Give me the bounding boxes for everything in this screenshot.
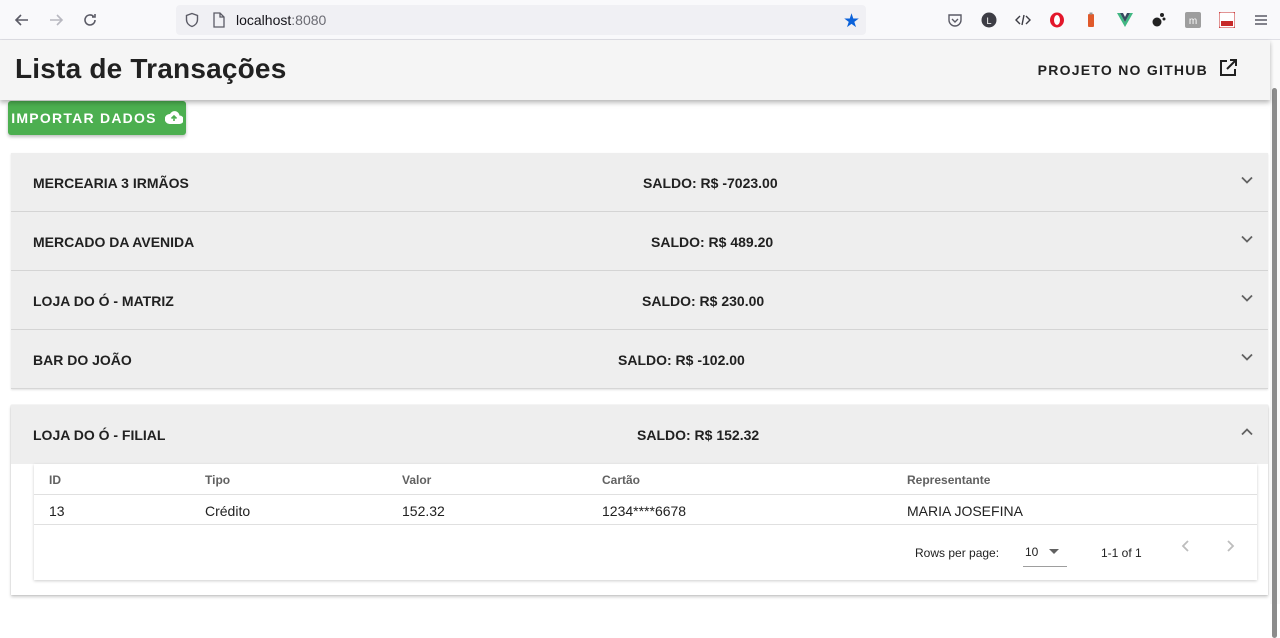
open-in-new-icon: [1218, 58, 1238, 81]
code-icon[interactable]: [1012, 9, 1034, 31]
column-header-representante[interactable]: Representante: [907, 473, 990, 487]
store-name: MERCADO DA AVENIDA: [33, 234, 195, 250]
scrollbar-thumb[interactable]: [1272, 88, 1277, 638]
url-host: localhost: [236, 12, 292, 28]
column-header-id[interactable]: ID: [49, 473, 61, 487]
store-name: LOJA DO Ó - FILIAL: [33, 427, 166, 443]
app-header: Lista de Transações PROJETO NO GITHUB: [0, 40, 1270, 100]
table-footer: Rows per page: 10 1-1 of 1: [34, 525, 1257, 580]
table-header-row: ID Tipo Valor Cartão Representante: [34, 464, 1257, 495]
cloud-upload-icon: [164, 110, 184, 127]
vue-icon[interactable]: [1114, 9, 1136, 31]
url-bar[interactable]: localhost:8080 ★: [176, 5, 866, 35]
store-name: LOJA DO Ó - MATRIZ: [33, 293, 174, 309]
url-port: :8080: [291, 12, 327, 28]
cors-icon[interactable]: [1216, 9, 1238, 31]
l-extension-icon[interactable]: L: [978, 9, 1000, 31]
chevron-left-icon[interactable]: [1179, 539, 1193, 558]
github-link[interactable]: PROJETO NO GITHUB: [1038, 58, 1238, 81]
store-saldo: SALDO: R$ -7023.00: [643, 175, 778, 191]
store-panel[interactable]: BAR DO JOÃO SALDO: R$ -102.00: [11, 330, 1268, 389]
store-panel[interactable]: MERCADO DA AVENIDA SALDO: R$ 489.20: [11, 212, 1268, 271]
m-extension-icon[interactable]: m: [1182, 9, 1204, 31]
column-header-tipo[interactable]: Tipo: [205, 473, 230, 487]
pocket-icon[interactable]: [944, 9, 966, 31]
gnome-icon[interactable]: [1148, 9, 1170, 31]
store-saldo: SALDO: R$ 152.32: [637, 427, 760, 443]
cell-cartao: 1234****6678: [602, 503, 687, 519]
browser-toolbar: localhost:8080 ★ L m: [0, 0, 1280, 40]
svg-text:m: m: [1189, 16, 1197, 27]
transactions-table: ID Tipo Valor Cartão Representante 13 Cr…: [34, 464, 1257, 580]
chevron-down-icon[interactable]: [1240, 350, 1254, 369]
back-arrow-icon[interactable]: [10, 8, 34, 32]
battery-icon[interactable]: [1080, 9, 1102, 31]
chevron-down-icon[interactable]: [1240, 232, 1254, 251]
cell-representante: MARIA JOSEFINA: [907, 503, 1023, 519]
page-title: Lista de Transações: [15, 53, 287, 84]
store-saldo: SALDO: R$ -102.00: [618, 352, 745, 368]
store-name: MERCEARIA 3 IRMÃOS: [33, 175, 189, 191]
store-panel[interactable]: LOJA DO Ó - MATRIZ SALDO: R$ 230.00: [11, 271, 1268, 330]
svg-text:L: L: [986, 16, 991, 26]
chevron-up-icon[interactable]: [1240, 425, 1254, 444]
chevron-down-icon[interactable]: [1240, 291, 1254, 310]
store-panel-header[interactable]: LOJA DO Ó - FILIAL SALDO: R$ 152.32: [11, 405, 1268, 464]
column-header-cartao[interactable]: Cartão: [602, 473, 640, 487]
cell-id: 13: [49, 503, 65, 519]
dropdown-caret-icon: [1049, 549, 1059, 554]
store-panel-expanded: LOJA DO Ó - FILIAL SALDO: R$ 152.32 ID T…: [11, 405, 1268, 595]
opera-icon[interactable]: [1046, 9, 1068, 31]
import-data-button[interactable]: IMPORTAR DADOS: [8, 101, 186, 135]
column-header-valor[interactable]: Valor: [402, 473, 431, 487]
store-name: BAR DO JOÃO: [33, 352, 132, 368]
page-icon: [212, 12, 226, 33]
store-saldo: SALDO: R$ 489.20: [651, 234, 774, 250]
chevron-right-icon[interactable]: [1223, 539, 1237, 558]
store-saldo: SALDO: R$ 230.00: [642, 293, 765, 309]
github-link-label: PROJETO NO GITHUB: [1037, 61, 1208, 78]
forward-arrow-icon[interactable]: [44, 8, 68, 32]
pagination-info: 1-1 of 1: [1101, 546, 1142, 560]
chevron-down-icon[interactable]: [1240, 173, 1254, 192]
rows-per-page-value: 10: [1025, 545, 1039, 559]
shield-icon[interactable]: [184, 12, 200, 33]
cell-tipo: Crédito: [205, 503, 251, 519]
url-text[interactable]: localhost:8080: [236, 12, 326, 28]
rows-per-page-select[interactable]: 10: [1023, 539, 1067, 567]
extension-icons: L m: [944, 9, 1272, 31]
bookmark-star-icon[interactable]: ★: [843, 10, 860, 33]
menu-icon[interactable]: [1250, 9, 1272, 31]
scrollbar[interactable]: [1270, 40, 1280, 638]
cell-valor: 152.32: [402, 503, 445, 519]
table-row[interactable]: 13 Crédito 152.32 1234****6678 MARIA JOS…: [34, 495, 1257, 525]
store-panels: MERCEARIA 3 IRMÃOS SALDO: R$ -7023.00 ME…: [11, 153, 1268, 389]
store-panel[interactable]: MERCEARIA 3 IRMÃOS SALDO: R$ -7023.00: [11, 153, 1268, 212]
rows-per-page-label: Rows per page:: [915, 546, 1000, 560]
import-data-label: IMPORTAR DADOS: [11, 110, 157, 126]
reload-icon[interactable]: [78, 8, 102, 32]
